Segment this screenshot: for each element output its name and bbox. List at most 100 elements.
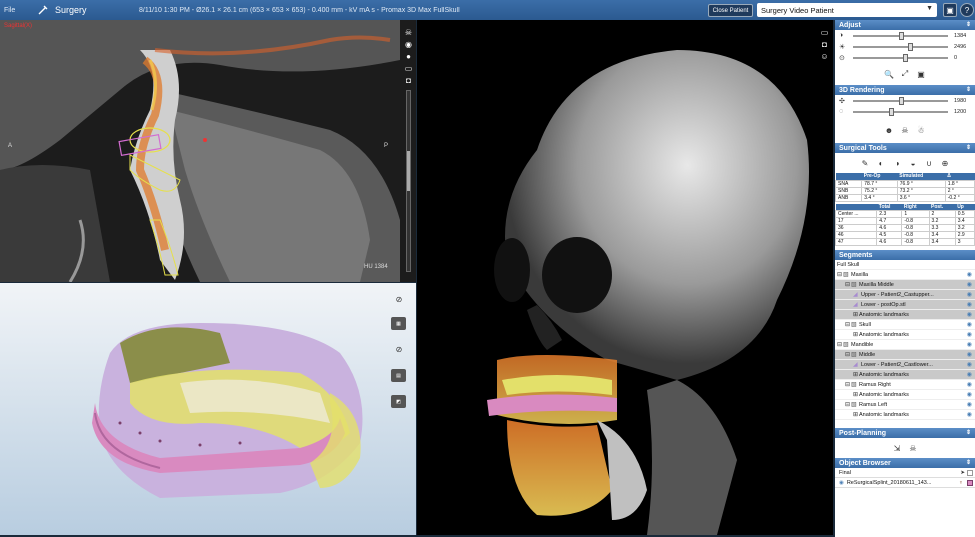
report-icon[interactable]: ☠ <box>907 442 919 454</box>
list-item[interactable]: ⊟ ▧ Maxilla Middle ◉ <box>835 280 975 290</box>
file-menu[interactable]: File <box>0 7 22 14</box>
list-item[interactable]: ⊟ ▧ Maxilla ◉ <box>835 270 975 280</box>
head-view-icon[interactable]: ● <box>404 52 413 61</box>
list-item[interactable]: ⊟ ▧ Skull ◉ <box>835 320 975 330</box>
tooth-view-icon[interactable]: ◉ <box>404 40 413 49</box>
eye-icon[interactable]: ◉ <box>967 331 972 338</box>
skull-3d-view[interactable]: ▭ ◘ ☺ <box>417 20 833 535</box>
slider-handle[interactable] <box>903 53 909 62</box>
list-item[interactable]: ⊟ ▧ Ramus Left ◉ <box>835 400 975 410</box>
view-mode-icon[interactable]: ▦ <box>391 317 406 330</box>
color-swatch[interactable] <box>967 480 973 486</box>
collapse-icon[interactable]: ⇕ <box>966 86 971 93</box>
fit-icon[interactable]: ⤢ <box>899 68 911 80</box>
eye-icon[interactable]: ◉ <box>967 291 972 298</box>
slider-handle[interactable] <box>898 96 904 105</box>
zoom-icon[interactable]: 🔍 <box>883 68 895 80</box>
eye-icon[interactable]: ◉ <box>967 371 972 378</box>
eye-icon[interactable]: ◉ <box>967 391 972 398</box>
checkbox-icon[interactable] <box>967 470 973 476</box>
slider-track[interactable] <box>853 53 948 62</box>
collapse-icon[interactable]: ⇕ <box>966 429 971 436</box>
eye-icon[interactable]: ◉ <box>967 301 972 308</box>
model-view[interactable]: ⊘ ▦ ⊘ ▤ ◩ <box>0 283 416 535</box>
slider-handle[interactable] <box>898 31 904 40</box>
post-planning-section-header[interactable]: Post-Planning ⇕ <box>835 428 975 438</box>
screenshot-icon[interactable]: ▣ <box>915 68 927 80</box>
eye-icon[interactable]: ◉ <box>967 321 972 328</box>
list-item[interactable]: ⊞ Anatomic landmarks ◉ <box>835 330 975 340</box>
collapse-icon[interactable]: ⇕ <box>966 21 971 28</box>
slider-track[interactable] <box>853 107 948 116</box>
segments-section-header[interactable]: Segments <box>835 250 975 260</box>
skull-view-icon[interactable]: ☠ <box>404 28 413 37</box>
eye-icon[interactable]: ◉ <box>967 311 972 318</box>
splint-icon[interactable]: ∪ <box>923 157 935 169</box>
object-item[interactable]: ◉ ReSurgicalSplint_20180611_143... ♆ <box>835 478 975 488</box>
adjust-slider-2[interactable]: ⊙ 0 <box>835 52 975 63</box>
bone-render-icon[interactable]: ☠ <box>899 124 911 136</box>
rotate-icon[interactable]: ⊘ <box>393 343 405 355</box>
list-item[interactable]: ◢ Lower - postOp.stl ◉ <box>835 300 975 310</box>
reset-orientation-icon[interactable]: ⊘ <box>393 293 405 305</box>
list-item[interactable]: ◢ Lower - Patient2_Castlower... ◉ <box>835 360 975 370</box>
list-item[interactable]: ⊟ ▧ Mandible ◉ <box>835 340 975 350</box>
face-icon[interactable]: ☺ <box>820 52 829 61</box>
eye-icon[interactable]: ◉ <box>967 281 972 288</box>
rotate-segment-icon[interactable]: ◒ <box>907 157 919 169</box>
close-patient-button[interactable]: Close Patient <box>708 4 753 17</box>
measure-icon[interactable]: ⊕ <box>939 157 951 169</box>
screenshot-button[interactable]: ▣ <box>943 3 957 17</box>
slider-track[interactable] <box>853 42 948 51</box>
list-item[interactable]: ⊞ Anatomic landmarks ◉ <box>835 370 975 380</box>
osteotomy-icon[interactable]: ◐ <box>875 157 887 169</box>
window-icon[interactable]: ▭ <box>820 28 829 37</box>
slider-track[interactable] <box>853 31 948 40</box>
list-item[interactable]: ⊞ Anatomic landmarks ◉ <box>835 390 975 400</box>
list-item[interactable]: ⊞ Anatomic landmarks ◉ <box>835 310 975 320</box>
eye-icon[interactable]: ◉ <box>967 351 972 358</box>
eye-icon[interactable]: ◉ <box>839 480 844 486</box>
list-item[interactable]: ⊟ ▧ Middle ◉ <box>835 350 975 360</box>
adjust-slider-0[interactable]: ◑ 1384 <box>835 30 975 41</box>
adjust-slider-1[interactable]: ☀ 2496 <box>835 41 975 52</box>
collapse-icon[interactable]: ⇕ <box>966 144 971 151</box>
rendering-slider-1[interactable]: ◌ 1200 <box>835 106 975 117</box>
eye-icon[interactable]: ◉ <box>967 401 972 408</box>
move-segment-icon[interactable]: ◑ <box>891 157 903 169</box>
patient-select[interactable]: Surgery Video Patient ▼ <box>757 3 937 17</box>
sagittal-view[interactable]: Sagittal(X) A P HU 1384 ☠ ◉ ● ▭ ◘ <box>0 20 416 282</box>
surgical-tools-section-header[interactable]: Surgical Tools ⇕ <box>835 143 975 153</box>
object-root[interactable]: Final ➤ <box>835 468 975 478</box>
rendering-slider-0[interactable]: ✣ 1980 <box>835 95 975 106</box>
collapse-icon[interactable]: ⇕ <box>966 459 971 466</box>
list-item[interactable]: ⊞ Anatomic landmarks ◉ <box>835 410 975 420</box>
help-button[interactable]: ? <box>960 3 974 17</box>
surgical-tools-title: Surgical Tools <box>839 144 887 152</box>
eye-icon[interactable]: ◉ <box>967 271 972 278</box>
export-icon[interactable]: ⇲ <box>891 442 903 454</box>
camera-icon[interactable]: ◘ <box>820 40 829 49</box>
window-icon[interactable]: ▭ <box>404 64 413 73</box>
camera-icon[interactable]: ◘ <box>404 76 413 85</box>
object-browser-section-header[interactable]: Object Browser ⇕ <box>835 458 975 468</box>
adjust-section-header[interactable]: Adjust ⇕ <box>835 20 975 30</box>
teeth-render-icon[interactable]: ☃ <box>915 124 927 136</box>
cross-section-icon[interactable]: ◩ <box>391 395 406 408</box>
list-item[interactable]: ⊟ ▧ Ramus Right ◉ <box>835 380 975 390</box>
slice-scrollbar[interactable] <box>406 90 411 272</box>
eye-icon[interactable]: ◉ <box>967 411 972 418</box>
list-item[interactable]: Full Skull <box>835 260 975 270</box>
slider-handle[interactable] <box>889 107 894 116</box>
slider-handle[interactable] <box>908 42 913 51</box>
eye-icon[interactable]: ◉ <box>967 361 972 368</box>
rendering-section-header[interactable]: 3D Rendering ⇕ <box>835 85 975 95</box>
slider-track[interactable] <box>853 96 948 105</box>
skin-icon[interactable]: ☻ <box>883 124 895 136</box>
scalpel-icon[interactable]: ✎ <box>859 157 871 169</box>
eye-icon[interactable]: ◉ <box>967 381 972 388</box>
slice-scrollbar-thumb[interactable] <box>407 151 410 191</box>
wireframe-icon[interactable]: ▤ <box>391 369 406 382</box>
list-item[interactable]: ◢ Upper - Patient2_Castupper... ◉ <box>835 290 975 300</box>
eye-icon[interactable]: ◉ <box>967 341 972 348</box>
